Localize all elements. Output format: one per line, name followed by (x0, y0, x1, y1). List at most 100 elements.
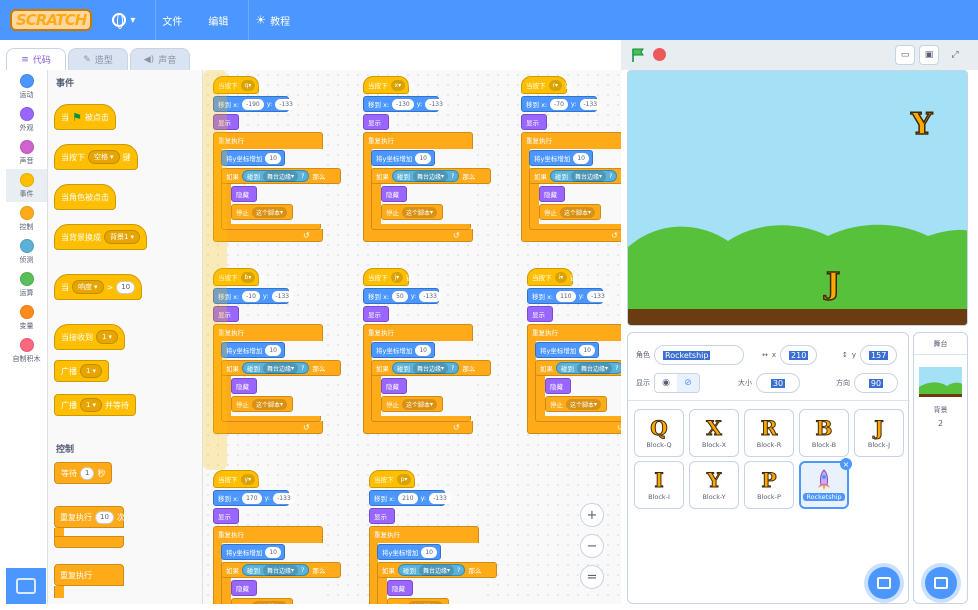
add-extension-button[interactable] (6, 568, 46, 604)
stop-dropdown[interactable]: 这个脚本▾ (402, 206, 438, 218)
sprite-tile[interactable]: Y Block-Y (689, 461, 739, 509)
category-5[interactable]: 侦测 (6, 235, 47, 268)
x-input[interactable]: 210 (780, 345, 818, 365)
show-visible-icon[interactable]: ◉ (655, 374, 677, 392)
stop-dropdown[interactable]: 这个脚本▾ (252, 398, 288, 410)
loudness-dropdown[interactable]: 响度 ▾ (72, 280, 104, 294)
hide-block[interactable]: 隐藏 (387, 580, 413, 596)
hide-block[interactable]: 隐藏 (381, 378, 407, 394)
category-6[interactable]: 运算 (6, 268, 47, 301)
touching-edge-condition[interactable]: 碰到 舞台边缘 ▾? (556, 362, 621, 374)
when-loudness-block[interactable]: 当响度 ▾ >10 (54, 274, 143, 300)
goto-xy-block[interactable]: 移到 x: 210 y: -133 (369, 490, 451, 506)
goto-xy-block[interactable]: 移到 x: -70 y: -133 (521, 96, 602, 112)
y-input[interactable]: -133 (275, 98, 297, 110)
change-y-input[interactable]: 10 (265, 344, 281, 356)
sprite-tile[interactable]: X Block-X (689, 409, 739, 457)
when-sprite-clicked-block[interactable]: 当角色被点击 (54, 184, 116, 210)
show-block[interactable]: 显示 (521, 114, 547, 130)
change-y-input[interactable]: 10 (415, 344, 431, 356)
if-header[interactable]: 如果碰到舞台边缘▾?那么 (221, 562, 341, 578)
stop-block[interactable]: 停止这个脚本▾ (231, 598, 293, 604)
stop-button[interactable] (653, 48, 666, 61)
key-dropdown[interactable]: p ▾ (396, 473, 412, 485)
change-y-block[interactable]: 将y坐标增加 10 (535, 342, 599, 358)
when-key-pressed-block[interactable]: 当按下 x ▾ 键 (363, 76, 415, 94)
x-input[interactable]: 210 (398, 492, 418, 504)
goto-xy-block[interactable]: 移到 x: 110 y: -133 (527, 288, 609, 304)
when-key-pressed-block[interactable]: 当按下 空格 ▾ 键 (54, 144, 138, 170)
when-backdrop-switches-block[interactable]: 当背景换成 背景1 ▾ (54, 224, 147, 250)
message-dropdown[interactable]: 1 ▾ (96, 330, 118, 344)
hide-block[interactable]: 隐藏 (381, 186, 407, 202)
change-y-block[interactable]: 将y坐标增加 10 (377, 544, 441, 560)
direction-input[interactable]: 90 (854, 373, 898, 393)
sprite-y-on-stage[interactable]: Y (910, 106, 933, 143)
backdrop-dropdown[interactable]: 背景1 ▾ (104, 230, 140, 244)
change-y-input[interactable]: 10 (421, 546, 437, 558)
change-y-input[interactable]: 10 (415, 152, 431, 164)
change-y-input[interactable]: 10 (265, 152, 281, 164)
stop-dropdown[interactable]: 这个脚本▾ (252, 600, 288, 604)
delete-sprite-icon[interactable]: × (840, 458, 852, 470)
when-key-pressed-block[interactable]: 当按下 y ▾ 键 (213, 470, 265, 488)
when-key-pressed-block[interactable]: 当按下 j ▾ 键 (363, 268, 413, 286)
change-y-block[interactable]: 将y坐标增加 10 (221, 150, 285, 166)
touching-dropdown[interactable]: 舞台边缘 ▾ (413, 362, 449, 374)
zoom-out-button[interactable]: − (580, 534, 604, 558)
small-stage-button[interactable]: ▭ (895, 45, 915, 65)
touching-edge-condition[interactable]: 碰到 舞台边缘 ▾? (242, 362, 310, 374)
category-8[interactable]: 自制积木 (6, 334, 47, 367)
key-dropdown[interactable]: x ▾ (390, 79, 406, 91)
change-y-block[interactable]: 将y坐标增加 10 (371, 150, 435, 166)
if-header[interactable]: 如果碰到舞台边缘▾?那么 (529, 168, 621, 184)
touching-edge-condition[interactable]: 碰到 舞台边缘 ▾? (392, 170, 460, 182)
broadcast-wait-dropdown[interactable]: 1 ▾ (80, 398, 102, 412)
change-y-block[interactable]: 将y坐标增加 10 (529, 150, 593, 166)
change-y-input[interactable]: 10 (579, 344, 595, 356)
stop-dropdown[interactable]: 这个脚本▾ (566, 398, 602, 410)
green-flag-button[interactable] (631, 48, 645, 62)
touching-dropdown[interactable]: 舞台边缘 ▾ (419, 564, 455, 576)
key-dropdown[interactable]: b ▾ (240, 271, 256, 283)
change-y-input[interactable]: 10 (265, 546, 281, 558)
sprite-tile[interactable]: J Block-J (854, 409, 904, 457)
x-input[interactable]: -10 (242, 290, 260, 302)
touching-dropdown[interactable]: 舞台边缘 ▾ (413, 170, 449, 182)
goto-xy-block[interactable]: 移到 x: 170 y: -133 (213, 490, 295, 506)
stop-block[interactable]: 停止这个脚本▾ (387, 598, 449, 604)
x-input[interactable]: -190 (242, 98, 264, 110)
touching-edge-condition[interactable]: 碰到 舞台边缘 ▾? (242, 170, 310, 182)
sprite-tile[interactable]: Q Block-Q (634, 409, 684, 457)
loudness-input[interactable]: 10 (116, 280, 136, 294)
category-3[interactable]: 事件 (6, 169, 47, 202)
y-input[interactable]: -133 (579, 98, 602, 110)
touching-dropdown[interactable]: 舞台边缘 ▾ (263, 170, 299, 182)
key-dropdown[interactable]: r ▾ (548, 79, 562, 91)
show-block[interactable]: 显示 (363, 306, 389, 322)
zoom-reset-button[interactable]: = (580, 565, 604, 589)
x-input[interactable]: 50 (392, 290, 408, 302)
y-input[interactable]: -133 (271, 290, 294, 302)
category-0[interactable]: 运动 (6, 70, 47, 103)
touching-dropdown[interactable]: 舞台边缘 ▾ (571, 170, 607, 182)
hide-block[interactable]: 隐藏 (545, 378, 571, 394)
y-input[interactable]: -133 (273, 492, 295, 504)
show-block[interactable]: 显示 (363, 114, 389, 130)
category-7[interactable]: 变量 (6, 301, 47, 334)
stop-block[interactable]: 停止这个脚本▾ (545, 396, 607, 412)
x-input[interactable]: 110 (556, 290, 576, 302)
language-menu[interactable]: ▾ (106, 0, 141, 40)
if-header[interactable]: 如果碰到舞台边缘▾?那么 (221, 360, 341, 376)
stage-selector[interactable]: 舞台 背景 2 (913, 332, 968, 604)
touching-edge-condition[interactable]: 碰到 舞台边缘 ▾? (242, 564, 310, 576)
scratch-logo[interactable]: SCRATCH (10, 9, 93, 31)
show-block[interactable]: 显示 (213, 508, 239, 524)
stop-block[interactable]: 停止这个脚本▾ (231, 396, 293, 412)
y-input[interactable]: -133 (429, 492, 451, 504)
key-dropdown[interactable]: i ▾ (554, 271, 568, 283)
x-input[interactable]: 170 (242, 492, 262, 504)
sprite-tile[interactable]: R Block-R (744, 409, 794, 457)
when-key-pressed-block[interactable]: 当按下 i ▾ 键 (527, 268, 577, 286)
zoom-in-button[interactable]: + (580, 503, 604, 527)
